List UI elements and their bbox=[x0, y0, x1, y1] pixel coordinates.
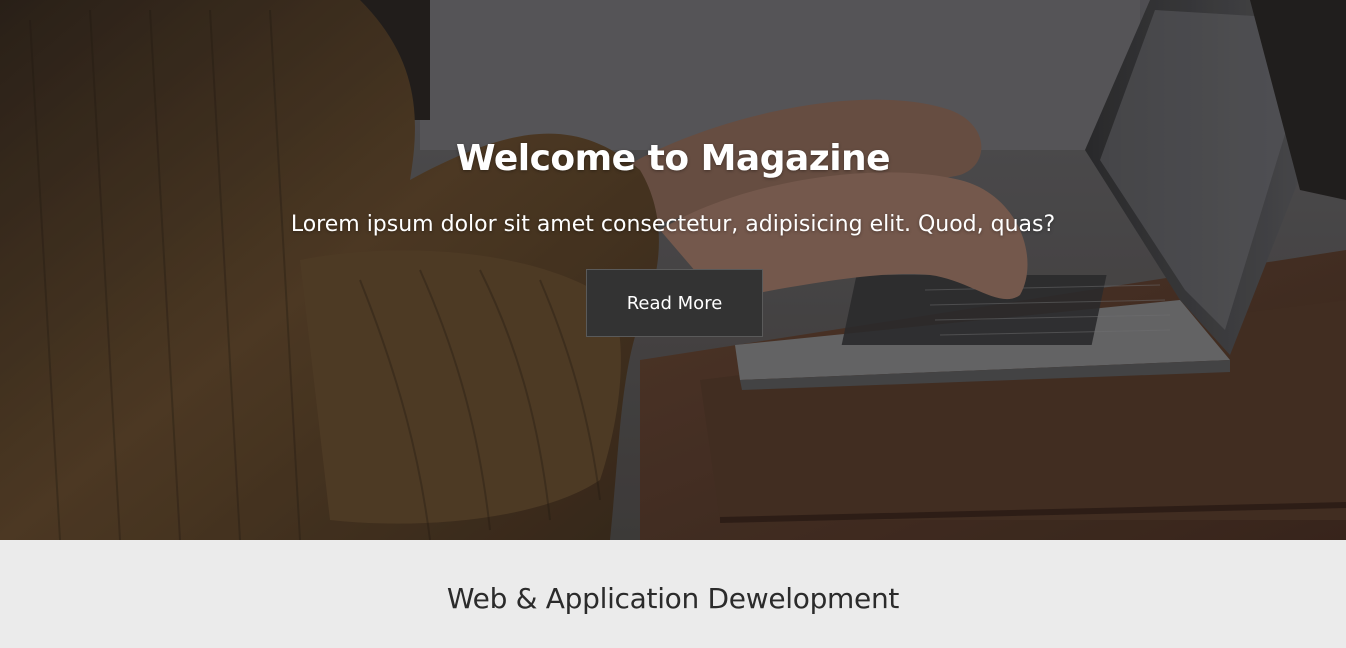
hero-banner: Welcome to Magazine Lorem ipsum dolor si… bbox=[0, 0, 1346, 540]
hero-title: Welcome to Magazine bbox=[455, 138, 891, 179]
section-title: Web & Application Dewelopment bbox=[446, 582, 900, 615]
hero-subtitle: Lorem ipsum dolor sit amet consectetur, … bbox=[290, 212, 1056, 237]
read-more-button[interactable]: Read More bbox=[586, 269, 763, 337]
